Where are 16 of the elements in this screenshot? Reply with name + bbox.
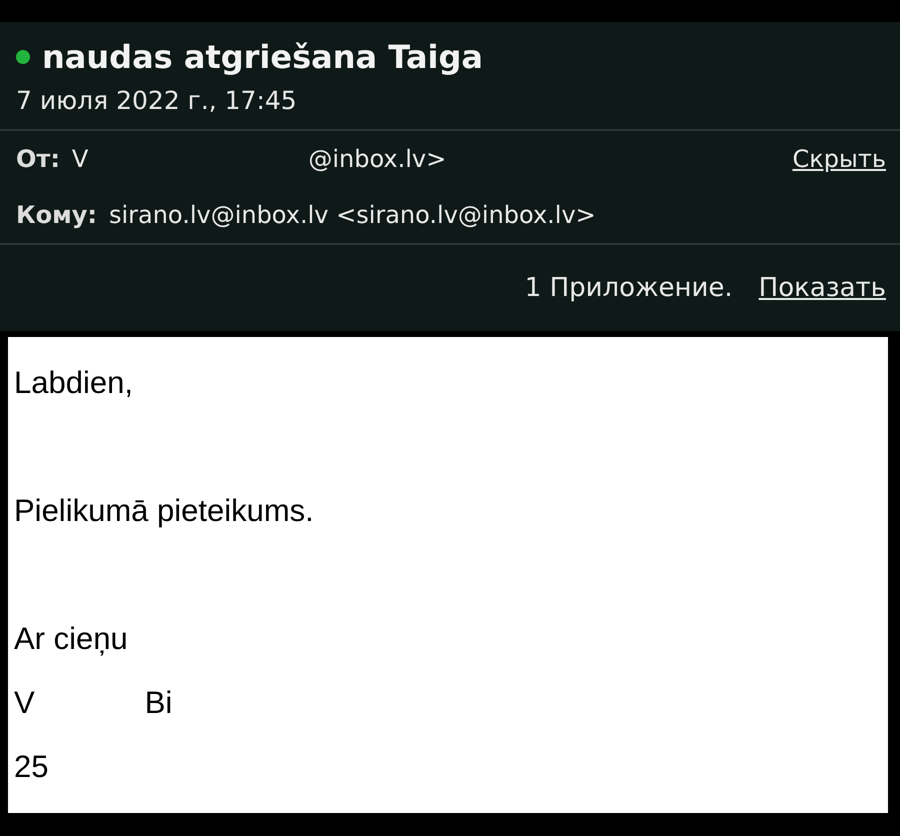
body-text: Bi xyxy=(144,685,172,721)
show-link[interactable]: Показать xyxy=(758,273,886,303)
body-text: Pielikumā pieteikums. xyxy=(14,493,314,529)
to-label: Кому: xyxy=(16,201,97,229)
sender-address: @inbox.lv> xyxy=(308,145,446,173)
message-date: 7 июля 2022 г., 17:45 xyxy=(16,86,298,115)
hide-link[interactable]: Скрыть xyxy=(792,145,886,173)
sender-name: V xyxy=(72,145,88,173)
recipient-address: sirano.lv@inbox.lv <sirano.lv@inbox.lv> xyxy=(108,201,596,229)
from-label: От: xyxy=(16,145,60,173)
body-text: Ar cieņu xyxy=(14,621,128,657)
message-subject: naudas atgriešana Taiga xyxy=(42,38,484,76)
body-text: 25 xyxy=(14,749,48,785)
body-text: V xyxy=(14,685,35,721)
body-text: Labdien, xyxy=(14,365,133,401)
attachment-count: 1 Приложение. xyxy=(524,273,733,303)
